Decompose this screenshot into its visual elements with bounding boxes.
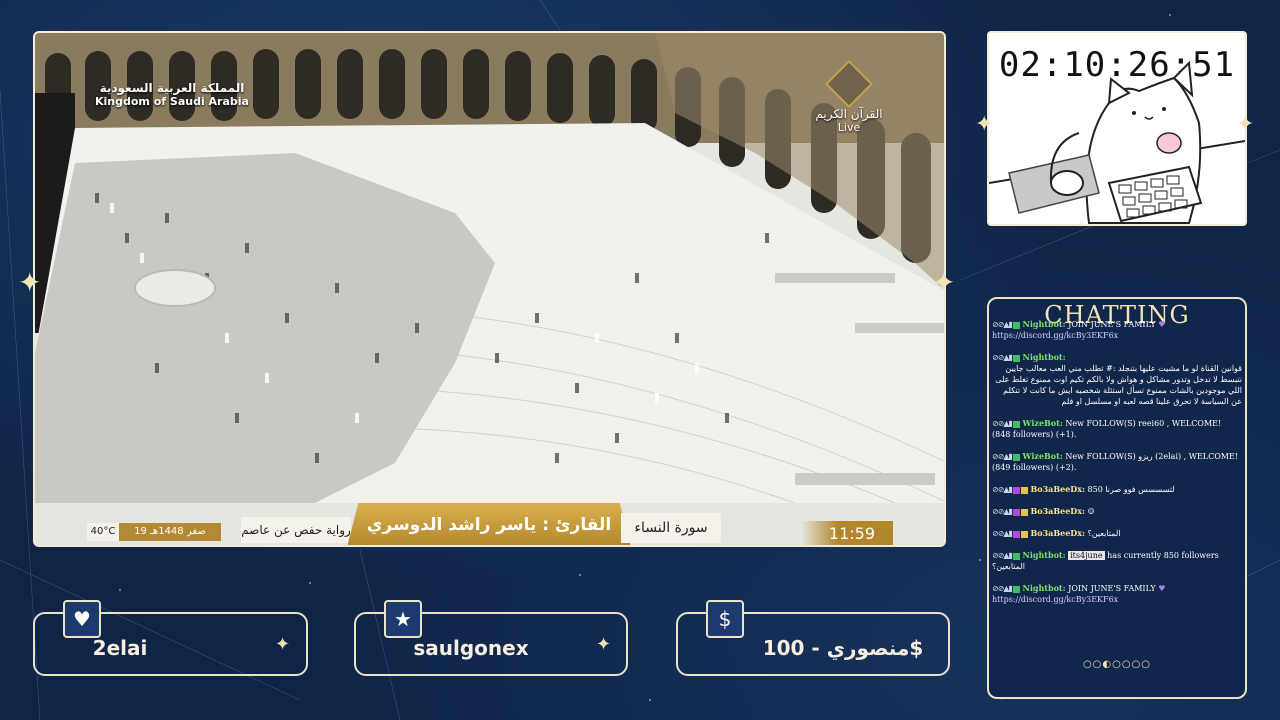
- chat-message: ⊘⊘▲▮ WizeBot: New FOLLOW(S) ريزو (2elai)…: [992, 451, 1242, 473]
- surah-name: سورة النساء: [621, 513, 721, 543]
- chat-message-list[interactable]: ⊘⊘▲▮ Nightbot: JOIN JUNE'S FAMILY ♥ http…: [992, 319, 1242, 616]
- latest-follower-name: 2elai: [92, 636, 148, 660]
- chat-text: has currently 850 followers: [1107, 551, 1219, 560]
- sparkle-icon: ✦: [18, 266, 42, 299]
- heart-icon: ♥: [63, 600, 101, 638]
- mod-badges: ⊘⊘▲▮: [992, 452, 1013, 461]
- latest-donation-text: منصوري - 100$: [762, 636, 924, 660]
- chat-username: WizeBot:: [1022, 451, 1063, 461]
- riwaya-label: رواية حفص عن عاصم: [241, 517, 351, 543]
- chat-message: ⊘⊘▲▮ Nightbot: JOIN JUNE'S FAMILY ♥ http…: [992, 319, 1242, 341]
- latest-subscriber-box: ★ saulgonex ✦: [354, 600, 628, 676]
- mod-badges: ⊘⊘▲▮: [992, 507, 1013, 516]
- verified-badge-icon: [1012, 453, 1020, 461]
- chat-username: Bo3aBeeDx:: [1030, 506, 1085, 516]
- channel-logo: القرآن الكريم Live: [804, 59, 894, 134]
- mod-badges: ⊘⊘▲▮: [992, 584, 1013, 593]
- discord-link[interactable]: https://discord.gg/kcBy3EKF6x: [992, 595, 1118, 604]
- mod-badges: ⊘⊘▲▮: [992, 529, 1013, 538]
- temperature-badge: 40°C: [87, 523, 119, 541]
- ksa-logo: المملكة العربية السعودية Kingdom of Saud…: [95, 81, 249, 108]
- chat-message: ⊘⊘▲▮ Bo3aBeeDx: المتابعين؟: [992, 528, 1242, 539]
- discord-link[interactable]: https://discord.gg/kcBy3EKF6x: [992, 331, 1118, 340]
- sparkle-icon: ✦: [932, 266, 956, 299]
- chat-message: ⊘⊘▲▮ Nightbot: JOIN JUNE'S FAMILY ♥ http…: [992, 583, 1242, 605]
- diamond-logo-icon: [824, 59, 874, 109]
- bits-badge-icon: [1020, 530, 1028, 538]
- chat-text: لتسسسس فوو صرنا 850: [1087, 485, 1175, 494]
- mod-badges: ⊘⊘▲▮: [992, 320, 1013, 329]
- chat-username: Nightbot:: [1022, 319, 1066, 329]
- qari-name: القارئ : ياسر راشد الدوسري: [347, 503, 631, 545]
- mod-badges: ⊘⊘▲▮: [992, 485, 1013, 494]
- heart-icon: ♥: [1158, 320, 1166, 329]
- sparkle-icon: ✦: [1236, 112, 1255, 137]
- verified-badge-icon: [1012, 321, 1020, 329]
- moon-phase-dots: ○○◐○○○○: [1082, 659, 1152, 670]
- bits-badge-icon: [1020, 486, 1028, 494]
- chat-text: قوانين القناة لو ما مشيت عليها بتنجلد :#…: [995, 364, 1242, 406]
- chat-text: المتابعين؟: [1087, 529, 1121, 538]
- star-icon: ★: [384, 600, 422, 638]
- chat-username: Bo3aBeeDx:: [1030, 484, 1085, 494]
- chat-username: WizeBot:: [1022, 418, 1063, 428]
- sparkle-icon: ✦: [596, 634, 612, 655]
- live-label: Live: [837, 121, 861, 134]
- chat-message: ⊘⊘▲▮ Nightbot: قوانين القناة لو ما مشيت …: [992, 352, 1242, 407]
- mod-badges: ⊘⊘▲▮: [992, 551, 1013, 560]
- verified-badge-icon: [1012, 552, 1020, 560]
- chat-panel[interactable]: CHATTING ⊘⊘▲▮ Nightbot: JOIN JUNE'S FAMI…: [987, 297, 1247, 699]
- chat-message: ⊘⊘▲▮ WizeBot: New FOLLOW(S) reei60 , WEL…: [992, 418, 1242, 440]
- mod-badges: ⊘⊘▲▮: [992, 353, 1013, 362]
- bits-badge-icon: [1020, 508, 1028, 516]
- mod-badges: ⊘⊘▲▮: [992, 419, 1013, 428]
- verified-badge-icon: [1012, 420, 1020, 428]
- dollar-icon: $: [706, 600, 744, 638]
- subscriber-badge-icon: [1012, 508, 1020, 516]
- broadcast-lower-third: 40°C 19 صفر 1448هـ رواية حفص عن عاصم الق…: [35, 503, 944, 545]
- latest-subscriber-name: saulgonex: [413, 636, 529, 660]
- latest-follower-box: ♥ 2elai ✦: [33, 600, 308, 676]
- bongo-cat-image: [989, 60, 1245, 224]
- ksa-logo-english: Kingdom of Saudi Arabia: [95, 95, 249, 108]
- channel-logo-text: القرآن الكريم: [815, 107, 883, 121]
- chat-text: JOIN JUNE'S FAMILY: [1068, 320, 1156, 329]
- chat-message: ⊘⊘▲▮ Bo3aBeeDx: ☺: [992, 506, 1242, 517]
- verified-badge-icon: [1012, 354, 1020, 362]
- chat-username: Nightbot:: [1022, 583, 1066, 593]
- subscriber-badge-icon: [1012, 486, 1020, 494]
- emote-icon: ☺: [1087, 507, 1095, 516]
- verified-badge-icon: [1012, 585, 1020, 593]
- hijri-date: 19 صفر 1448هـ: [119, 523, 221, 541]
- sparkle-icon: ✦: [975, 112, 994, 137]
- chat-message: ⊘⊘▲▮ Bo3aBeeDx: لتسسسس فوو صرنا 850: [992, 484, 1242, 495]
- sparkle-icon: ✦: [275, 634, 291, 655]
- latest-donation-box: $ منصوري - 100$: [676, 600, 950, 676]
- chat-message: ⊘⊘▲▮ Nightbot: its4june has currently 85…: [992, 550, 1242, 572]
- heart-icon: ♥: [1158, 584, 1166, 593]
- broadcast-time: 11:59: [801, 521, 893, 545]
- chat-username: Bo3aBeeDx:: [1030, 528, 1085, 538]
- chat-username: Nightbot:: [1022, 352, 1066, 362]
- chat-text-prefix: المتابعين؟: [992, 562, 1025, 571]
- chat-text: JOIN JUNE'S FAMILY: [1068, 584, 1156, 593]
- timer-panel: 02:10:26:51: [987, 31, 1247, 226]
- subscriber-badge-icon: [1012, 530, 1020, 538]
- chat-username: Nightbot:: [1022, 550, 1066, 560]
- mention-tag: its4june: [1068, 551, 1105, 560]
- video-player[interactable]: المملكة العربية السعودية Kingdom of Saud…: [33, 31, 946, 547]
- ksa-logo-arabic: المملكة العربية السعودية: [99, 81, 245, 95]
